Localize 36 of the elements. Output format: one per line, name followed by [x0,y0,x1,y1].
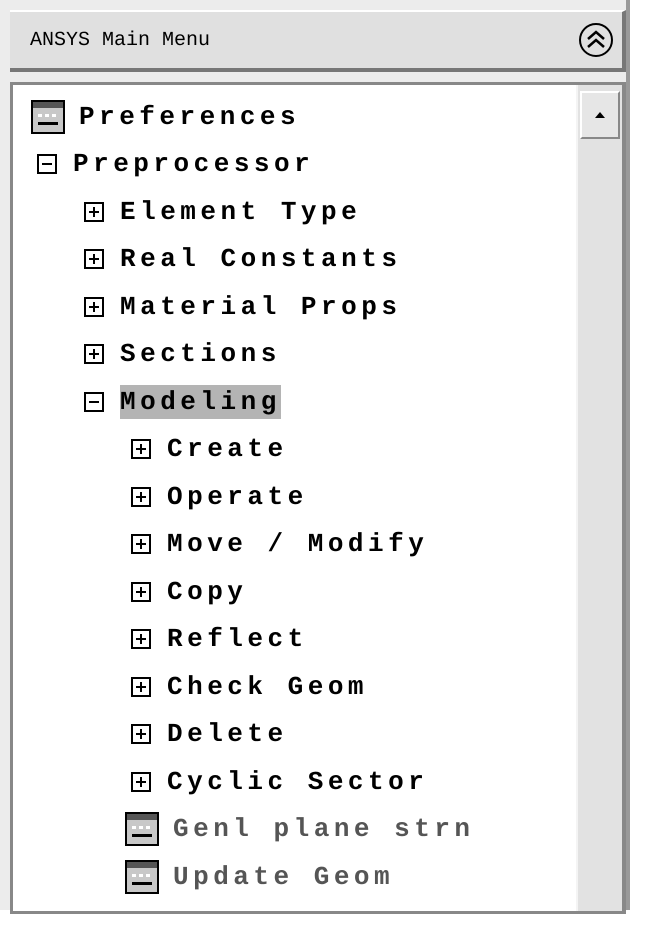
menu-item[interactable]: Preprocessor [73,147,314,182]
menu-item[interactable]: Copy [167,574,248,609]
plus-icon[interactable] [131,724,151,744]
plus-icon[interactable] [131,486,151,507]
plus-icon[interactable] [84,249,104,270]
collapse-icon[interactable] [578,22,614,58]
plus-icon[interactable] [131,629,151,650]
menu-title: ANSYS Main Menu [30,28,210,52]
menu-item[interactable]: Delete [167,717,288,752]
plus-icon[interactable] [131,772,151,792]
menu-item[interactable]: Cyclic Sector [167,764,428,799]
plus-icon[interactable] [131,534,151,554]
menu-item[interactable]: Real Constants [120,242,402,276]
minus-icon[interactable] [84,392,104,412]
up-arrow-icon [593,110,607,120]
plus-icon[interactable] [84,344,104,364]
dialog-icon [125,860,159,894]
menu-item[interactable]: Sections [120,337,281,372]
menu-item[interactable]: Create [167,432,288,466]
plus-icon[interactable] [131,676,151,697]
plus-icon[interactable] [131,582,151,602]
menu-item[interactable]: Material Props [120,290,402,324]
scroll-up-button[interactable] [580,91,620,139]
menu-item[interactable]: Reflect [167,622,308,656]
minus-icon[interactable] [37,154,57,174]
dialog-icon [31,100,65,134]
menu-item[interactable]: Move / Modify [167,527,428,562]
plus-icon[interactable] [84,296,104,317]
menu-item[interactable]: Check Geom [167,670,368,704]
menu-item[interactable]: Operate [167,480,308,514]
menu-item[interactable]: Preferences [79,100,300,134]
plus-icon[interactable] [84,202,104,222]
menu-item[interactable]: Modeling [120,384,281,419]
menu-item[interactable]: Element Type [120,194,362,229]
dialog-icon [125,812,159,846]
plus-icon[interactable] [131,439,151,460]
